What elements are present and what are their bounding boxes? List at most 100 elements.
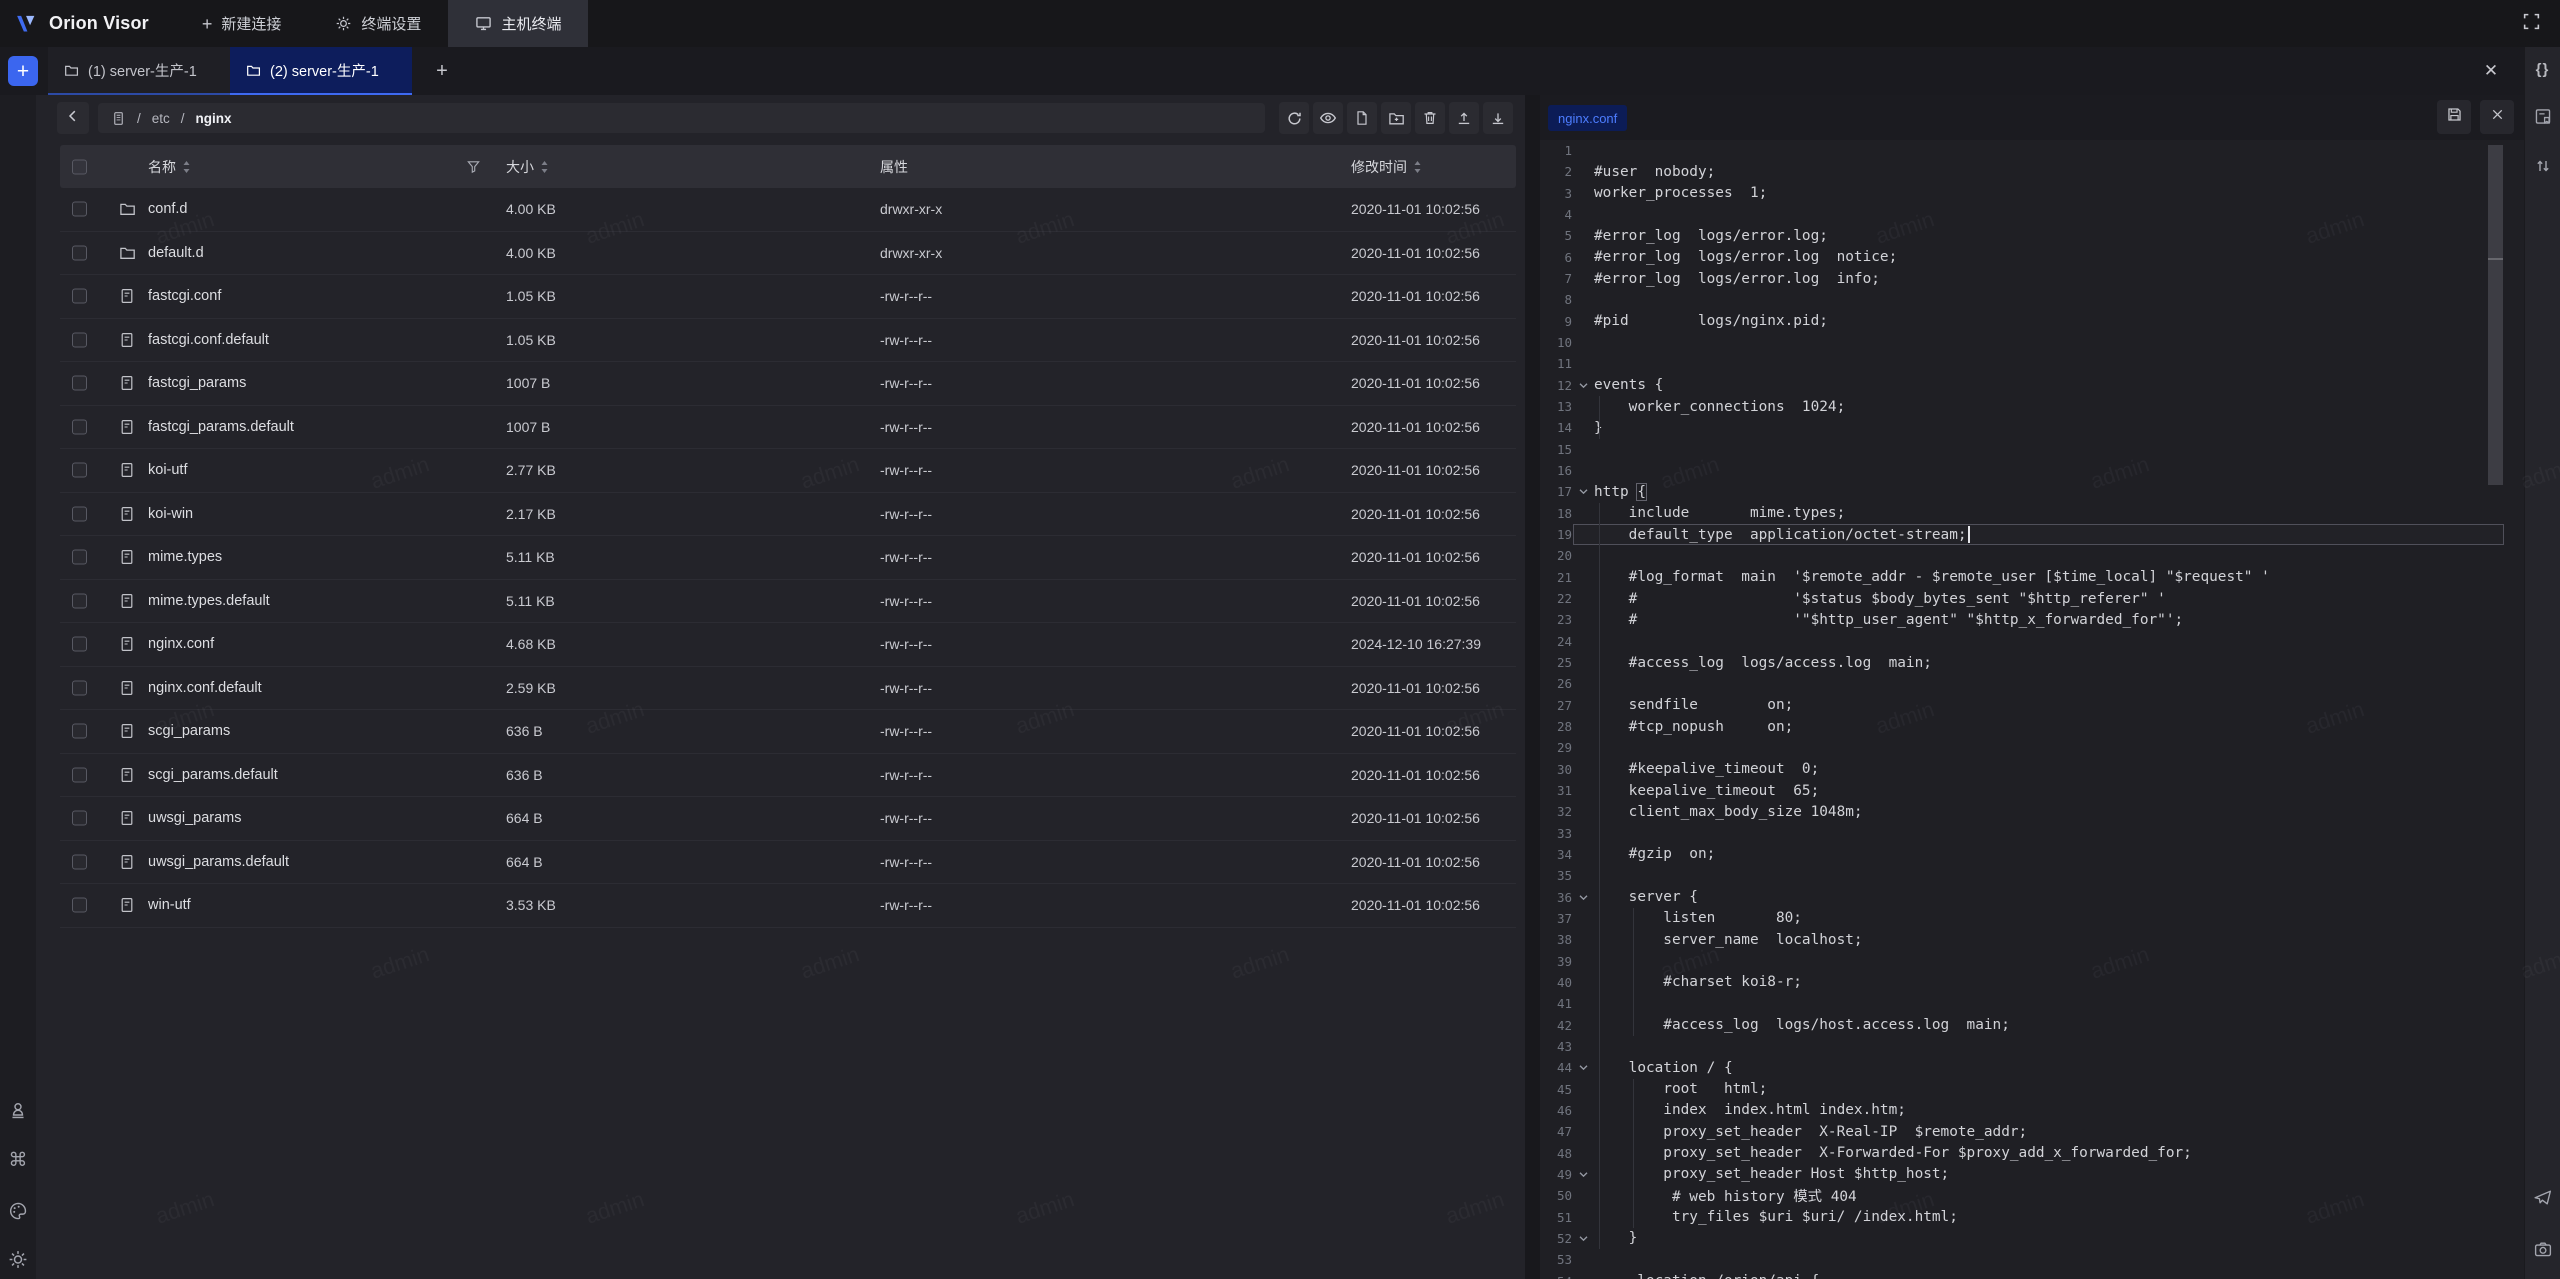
code-line[interactable]: 19 default_type application/octet-stream… <box>1540 524 2504 545</box>
code-line[interactable]: 36 server { <box>1540 886 2504 907</box>
table-row[interactable]: fastcgi.conf1.05 KB-rw-r--r--2020-11-01 … <box>60 275 1516 319</box>
user-stamp-icon[interactable] <box>8 1101 28 1121</box>
nav-item-host-terminal[interactable]: 主机终端 <box>448 0 588 47</box>
code-line[interactable]: 40 #charset koi8-r; <box>1540 972 2504 993</box>
code-line[interactable]: 30 #keepalive_timeout 0; <box>1540 759 2504 780</box>
file-name[interactable]: conf.d <box>148 201 188 217</box>
new-tab-button[interactable]: + <box>423 47 461 95</box>
code-line[interactable]: 33 <box>1540 823 2504 844</box>
row-checkbox[interactable] <box>72 332 87 347</box>
code-line[interactable]: 6#error_log logs/error.log notice; <box>1540 247 2504 268</box>
file-name[interactable]: fastcgi_params <box>148 375 246 391</box>
nav-item-terminal-settings[interactable]: 终端设置 <box>308 0 448 47</box>
code-line[interactable]: 20 <box>1540 545 2504 566</box>
row-checkbox[interactable] <box>72 550 87 565</box>
table-row[interactable]: mime.types5.11 KB-rw-r--r--2020-11-01 10… <box>60 536 1516 580</box>
code-line[interactable]: 21 #log_format main '$remote_addr - $rem… <box>1540 567 2504 588</box>
row-checkbox[interactable] <box>72 680 87 695</box>
code-line[interactable]: 2#user nobody; <box>1540 161 2504 182</box>
tab-server-2-active[interactable]: (2) server-生产-1 <box>230 47 412 95</box>
tab-server-1[interactable]: (1) server-生产-1 <box>48 47 230 95</box>
row-checkbox[interactable] <box>72 811 87 826</box>
code-line[interactable]: 14} <box>1540 417 2504 438</box>
editor-scrollbar[interactable] <box>2488 145 2503 485</box>
row-checkbox[interactable] <box>72 419 87 434</box>
table-row[interactable]: mime.types.default5.11 KB-rw-r--r--2020-… <box>60 580 1516 624</box>
code-line[interactable]: 50 # web history 模式 404 <box>1540 1185 2504 1206</box>
fold-chevron-icon[interactable] <box>1572 1233 1594 1244</box>
code-line[interactable]: 31 keepalive_timeout 65; <box>1540 780 2504 801</box>
row-checkbox[interactable] <box>72 854 87 869</box>
table-row[interactable]: koi-win2.17 KB-rw-r--r--2020-11-01 10:02… <box>60 493 1516 537</box>
download-button[interactable] <box>1483 102 1513 134</box>
file-name[interactable]: scgi_params.default <box>148 767 278 783</box>
column-header-name[interactable]: 名称 <box>148 157 191 177</box>
sort-icon[interactable] <box>540 160 549 174</box>
code-line[interactable]: 41 <box>1540 993 2504 1014</box>
select-all-checkbox[interactable] <box>72 159 87 174</box>
fold-chevron-icon[interactable] <box>1572 380 1594 391</box>
code-line[interactable]: 28 #tcp_nopush on; <box>1540 716 2504 737</box>
code-line[interactable]: 42 #access_log logs/host.access.log main… <box>1540 1014 2504 1035</box>
table-row[interactable]: nginx.conf.default2.59 KB-rw-r--r--2020-… <box>60 667 1516 711</box>
row-checkbox[interactable] <box>72 898 87 913</box>
close-editor-button[interactable] <box>2480 100 2514 134</box>
code-line[interactable]: 34 #gzip on; <box>1540 844 2504 865</box>
code-line[interactable]: 15 <box>1540 439 2504 460</box>
file-name[interactable]: uwsgi_params.default <box>148 854 289 870</box>
code-line[interactable]: 1 <box>1540 140 2504 161</box>
fullscreen-button[interactable] <box>2510 0 2552 47</box>
code-line[interactable]: 17http { <box>1540 481 2504 502</box>
file-name[interactable]: koi-win <box>148 506 193 522</box>
sort-icon[interactable] <box>1413 160 1422 174</box>
file-name[interactable]: fastcgi_params.default <box>148 419 294 435</box>
column-header-attributes[interactable]: 属性 <box>880 157 908 177</box>
filter-funnel-icon[interactable] <box>466 159 481 174</box>
upload-button[interactable] <box>1449 102 1479 134</box>
command-icon[interactable]: ⌘ <box>9 1151 28 1170</box>
back-button[interactable] <box>57 102 89 134</box>
code-line[interactable]: 13 worker_connections 1024; <box>1540 396 2504 417</box>
new-folder-button[interactable] <box>1381 102 1411 134</box>
code-line[interactable]: 38 server_name localhost; <box>1540 929 2504 950</box>
table-row[interactable]: fastcgi.conf.default1.05 KB-rw-r--r--202… <box>60 319 1516 363</box>
breadcrumb-segment[interactable]: etc <box>152 111 170 126</box>
code-line[interactable]: 16 <box>1540 460 2504 481</box>
settings-gear-icon[interactable] <box>8 1249 29 1270</box>
file-name[interactable]: nginx.conf <box>148 636 214 652</box>
brand[interactable]: Orion Visor <box>0 11 175 36</box>
code-line[interactable]: 45 root html; <box>1540 1078 2504 1099</box>
table-row[interactable]: scgi_params.default636 B-rw-r--r--2020-1… <box>60 754 1516 798</box>
table-row[interactable]: uwsgi_params.default664 B-rw-r--r--2020-… <box>60 841 1516 885</box>
file-bookmark-icon[interactable] <box>2533 107 2552 126</box>
code-line[interactable]: 35 <box>1540 865 2504 886</box>
row-checkbox[interactable] <box>72 376 87 391</box>
table-row[interactable]: uwsgi_params664 B-rw-r--r--2020-11-01 10… <box>60 797 1516 841</box>
row-checkbox[interactable] <box>72 637 87 652</box>
file-name[interactable]: fastcgi.conf.default <box>148 332 269 348</box>
fold-chevron-icon[interactable] <box>1572 892 1594 903</box>
sort-icon[interactable] <box>182 160 191 174</box>
code-line[interactable]: 7#error_log logs/error.log info; <box>1540 268 2504 289</box>
code-line[interactable]: 37 listen 80; <box>1540 908 2504 929</box>
code-line[interactable]: 32 client_max_body_size 1048m; <box>1540 801 2504 822</box>
format-braces-icon[interactable]: {} <box>2536 61 2550 78</box>
toggle-hidden-files-button[interactable] <box>1313 102 1343 134</box>
file-name[interactable]: default.d <box>148 245 204 261</box>
file-name[interactable]: koi-utf <box>148 462 188 478</box>
row-checkbox[interactable] <box>72 767 87 782</box>
table-row[interactable]: fastcgi_params1007 B-rw-r--r--2020-11-01… <box>60 362 1516 406</box>
code-line[interactable]: 25 #access_log logs/access.log main; <box>1540 652 2504 673</box>
primary-add-button[interactable]: + <box>8 56 38 86</box>
panel-divider[interactable] <box>1525 95 1540 1279</box>
editor-file-chip[interactable]: nginx.conf <box>1548 105 1627 131</box>
close-panel-button[interactable]: ✕ <box>2476 47 2506 95</box>
send-icon[interactable] <box>2532 1187 2553 1208</box>
fold-chevron-icon[interactable] <box>1572 1169 1594 1180</box>
code-line[interactable]: 3worker_processes 1; <box>1540 183 2504 204</box>
breadcrumb[interactable]: / etc / nginx <box>98 103 1265 133</box>
code-line[interactable]: 9#pid logs/nginx.pid; <box>1540 311 2504 332</box>
code-line[interactable]: 23 # '"$http_user_agent" "$http_x_forwar… <box>1540 609 2504 630</box>
code-line[interactable]: 11 <box>1540 353 2504 374</box>
table-row[interactable]: win-utf3.53 KB-rw-r--r--2020-11-01 10:02… <box>60 884 1516 928</box>
